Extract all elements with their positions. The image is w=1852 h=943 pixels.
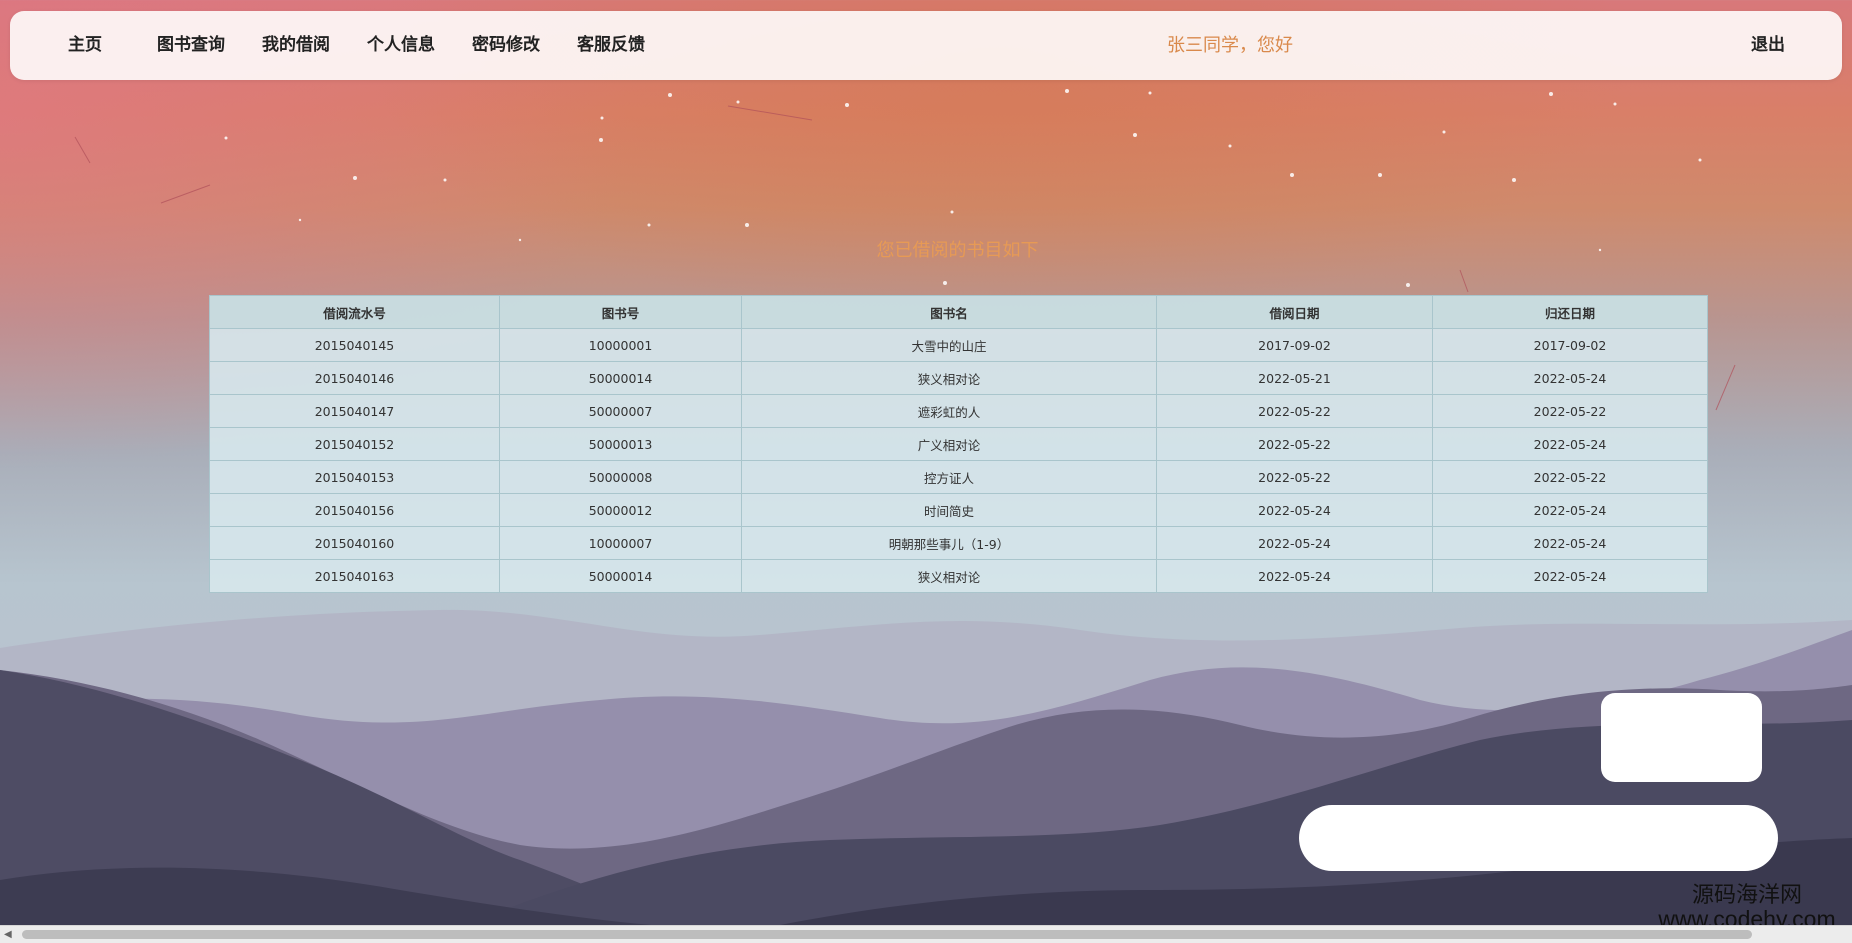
borrow-id-cell: 2015040156 <box>209 493 500 527</box>
watermark-name: 源码海洋网 <box>1691 883 1802 908</box>
mountain-landscape <box>0 609 1852 942</box>
book-title-cell: 遮彩虹的人 <box>741 394 1157 428</box>
table-row: 2015040156 50000012 时间简史 2022-05-24 2022… <box>209 493 1708 527</box>
table-row: 2015040153 50000008 控方证人 2022-05-22 2022… <box>209 460 1708 494</box>
column-header: 借阅日期 <box>1156 295 1433 329</box>
borrow-date-cell: 2022-05-24 <box>1156 526 1433 560</box>
book-id-cell: 10000001 <box>499 328 742 362</box>
borrow-date-cell: 2022-05-22 <box>1156 460 1433 494</box>
book-title-cell: 控方证人 <box>741 460 1157 494</box>
column-header: 图书号 <box>499 295 742 329</box>
borrow-id-cell: 2015040147 <box>209 394 500 428</box>
borrow-id-cell: 2015040153 <box>209 460 500 494</box>
book-title-cell: 明朝那些事儿（1-9） <box>741 526 1157 560</box>
return-date-cell: 2022-05-24 <box>1432 427 1708 461</box>
nav-book-search[interactable]: 图书查询 <box>157 11 225 80</box>
table-row: 2015040146 50000014 狭义相对论 2022-05-21 202… <box>209 361 1708 395</box>
book-title-cell: 广义相对论 <box>741 427 1157 461</box>
return-date-cell: 2017-09-02 <box>1432 328 1708 362</box>
borrow-id-cell: 2015040145 <box>209 328 500 362</box>
book-title-cell: 大雪中的山庄 <box>741 328 1157 362</box>
borrow-id-cell: 2015040152 <box>209 427 500 461</box>
nav-my-borrowing[interactable]: 我的借阅 <box>262 11 330 80</box>
nav-home[interactable]: 主页 <box>68 11 102 80</box>
table-row: 2015040163 50000014 狭义相对论 2022-05-24 202… <box>209 559 1708 593</box>
blank-overlay-pill <box>1299 805 1778 871</box>
user-greeting: 张三同学，您好 <box>1167 35 1293 56</box>
book-id-cell: 50000013 <box>499 427 742 461</box>
borrow-records-table: 借阅流水号 图书号 图书名 借阅日期 归还日期 2015040145 10000… <box>209 295 1708 593</box>
return-date-cell: 2022-05-24 <box>1432 559 1708 593</box>
book-title-cell: 狭义相对论 <box>741 361 1157 395</box>
borrow-date-cell: 2022-05-24 <box>1156 493 1433 527</box>
borrow-id-cell: 2015040146 <box>209 361 500 395</box>
table-row: 2015040152 50000013 广义相对论 2022-05-22 202… <box>209 427 1708 461</box>
horizontal-scrollbar[interactable]: ◀ <box>0 925 1852 943</box>
nav-customer-feedback[interactable]: 客服反馈 <box>577 11 645 80</box>
return-date-cell: 2022-05-24 <box>1432 526 1708 560</box>
table-row: 2015040160 10000007 明朝那些事儿（1-9） 2022-05-… <box>209 526 1708 560</box>
book-id-cell: 50000007 <box>499 394 742 428</box>
return-date-cell: 2022-05-24 <box>1432 361 1708 395</box>
logout-link[interactable]: 退出 <box>1751 11 1785 80</box>
nav-personal-info[interactable]: 个人信息 <box>367 11 435 80</box>
book-id-cell: 50000012 <box>499 493 742 527</box>
table-row: 2015040145 10000001 大雪中的山庄 2017-09-02 20… <box>209 328 1708 362</box>
book-id-cell: 10000007 <box>499 526 742 560</box>
column-header: 归还日期 <box>1432 295 1708 329</box>
table-row: 2015040147 50000007 遮彩虹的人 2022-05-22 202… <box>209 394 1708 428</box>
book-title-cell: 狭义相对论 <box>741 559 1157 593</box>
book-title-cell: 时间简史 <box>741 493 1157 527</box>
return-date-cell: 2022-05-22 <box>1432 460 1708 494</box>
top-navbar: 主页 图书查询 我的借阅 个人信息 密码修改 客服反馈 张三同学，您好 退出 <box>10 11 1842 80</box>
borrow-id-cell: 2015040160 <box>209 526 500 560</box>
return-date-cell: 2022-05-24 <box>1432 493 1708 527</box>
column-header: 借阅流水号 <box>209 295 500 329</box>
scroll-left-arrow-icon[interactable]: ◀ <box>4 926 12 943</box>
return-date-cell: 2022-05-22 <box>1432 394 1708 428</box>
borrow-date-cell: 2017-09-02 <box>1156 328 1433 362</box>
book-id-cell: 50000014 <box>499 559 742 593</box>
borrow-date-cell: 2022-05-22 <box>1156 394 1433 428</box>
table-header-row: 借阅流水号 图书号 图书名 借阅日期 归还日期 <box>209 295 1708 329</box>
blank-overlay-box <box>1601 693 1762 782</box>
borrow-date-cell: 2022-05-24 <box>1156 559 1433 593</box>
book-id-cell: 50000014 <box>499 361 742 395</box>
column-header: 图书名 <box>741 295 1157 329</box>
scrollbar-thumb[interactable] <box>22 930 1752 939</box>
book-id-cell: 50000008 <box>499 460 742 494</box>
borrow-id-cell: 2015040163 <box>209 559 500 593</box>
borrow-date-cell: 2022-05-21 <box>1156 361 1433 395</box>
page-heading: 您已借阅的书目如下 <box>876 240 1039 261</box>
borrow-date-cell: 2022-05-22 <box>1156 427 1433 461</box>
nav-change-password[interactable]: 密码修改 <box>472 11 540 80</box>
